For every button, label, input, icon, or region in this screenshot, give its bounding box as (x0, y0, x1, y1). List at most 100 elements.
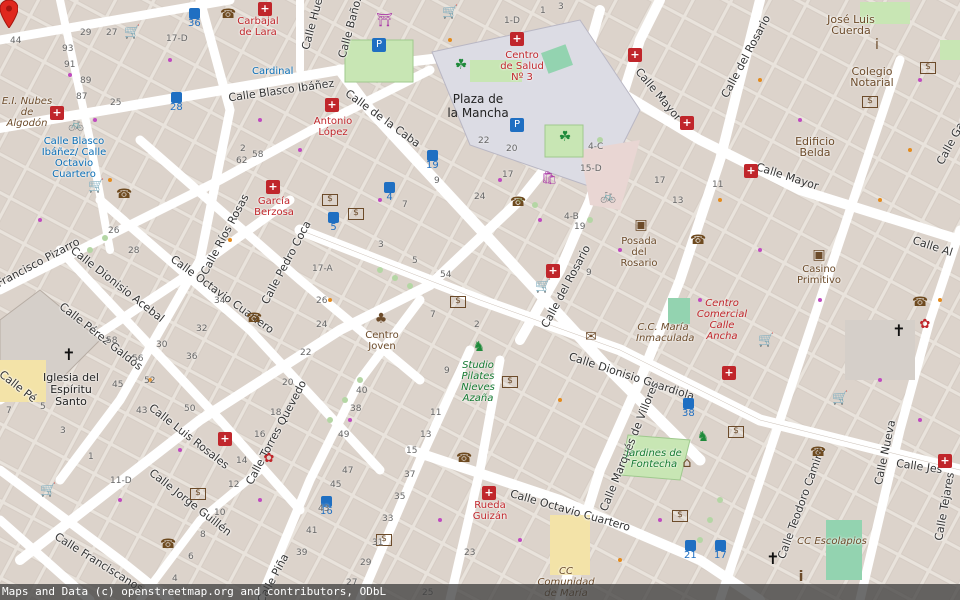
bank-icon[interactable]: $ (450, 296, 466, 308)
hospital-icon[interactable]: + (510, 32, 524, 46)
house-number: 54 (440, 270, 452, 280)
hospital-icon[interactable]: + (680, 116, 694, 130)
post-icon[interactable]: ✉ (584, 330, 598, 344)
shop-icon[interactable]: 🛒 (88, 180, 104, 194)
museum-icon[interactable]: ▣ (812, 248, 826, 262)
hospital-icon[interactable]: + (218, 432, 232, 446)
house-number: 6 (188, 552, 194, 562)
house-number: 26 (108, 226, 120, 236)
phone-icon[interactable]: ☎ (510, 196, 526, 210)
parking-icon[interactable]: P (372, 38, 386, 52)
hospital-icon[interactable]: + (722, 366, 736, 380)
house-number: 37 (404, 470, 416, 480)
phone-icon[interactable]: ☎ (912, 296, 928, 310)
house-number: 2 (474, 320, 480, 330)
info-icon[interactable]: i (794, 570, 808, 584)
phone-icon[interactable]: ☎ (116, 188, 132, 202)
museum-icon[interactable]: ▣ (634, 218, 648, 232)
ei-nubes-label: E.I. Nubes de Algodón (1, 96, 53, 129)
house-number: 43 (318, 504, 330, 514)
house-number: 8 (200, 530, 206, 540)
pharmacy-icon[interactable]: ✿ (918, 318, 932, 332)
house-number: 2 (240, 144, 246, 154)
museum-icon[interactable]: ⌂ (680, 456, 694, 470)
house-number: 33 (382, 514, 394, 524)
hospital-icon[interactable]: + (482, 486, 496, 500)
hospital-icon[interactable]: + (266, 180, 280, 194)
shop-icon[interactable]: 🛒 (124, 26, 140, 40)
shop-icon[interactable]: 🛍 (541, 172, 558, 186)
casino-primitivo-label: Casino Primitivo (797, 264, 841, 286)
bus-stop-icon[interactable]: 36 (188, 8, 201, 29)
jose-luis-cuerda-label: José Luis Cuerda (827, 13, 875, 37)
bicycle-icon[interactable]: 🚲 (600, 190, 616, 204)
house-number: 13 (672, 196, 684, 206)
theatre-icon[interactable]: ⛩ (376, 14, 393, 28)
garcia-berzosa-label: García Berzosa (254, 196, 294, 218)
phone-icon[interactable]: ☎ (456, 452, 472, 466)
hospital-icon[interactable]: + (546, 264, 560, 278)
church-icon[interactable]: ✝ (892, 323, 906, 339)
parking-icon[interactable]: P (510, 118, 524, 132)
bus-stop-icon[interactable]: 17 (714, 540, 727, 561)
shop-icon[interactable]: 🛒 (40, 484, 56, 498)
hospital-icon[interactable]: + (325, 98, 339, 112)
hospital-icon[interactable]: + (50, 106, 64, 120)
sport-icon[interactable]: ♞ (696, 430, 710, 444)
colegio-notarial-label: Colegio Notarial (850, 65, 894, 89)
sport-icon[interactable]: ♞ (472, 340, 486, 354)
cc-maria-inmaculada-label: C.C. María Inmaculada (636, 322, 695, 344)
map-attribution[interactable]: Maps and Data (c) openstreetmap.org and … (0, 584, 960, 600)
house-number: 45 (112, 380, 124, 390)
phone-icon[interactable]: ☎ (690, 234, 706, 248)
bus-stop-icon[interactable]: 21 (684, 540, 697, 561)
house-number: 45 (330, 480, 342, 490)
bank-icon[interactable]: $ (502, 376, 518, 388)
bicycle-icon[interactable]: 🚲 (68, 118, 84, 132)
shop-icon[interactable]: 🛒 (535, 280, 551, 294)
pharmacy-icon[interactable]: ✿ (262, 452, 276, 466)
info-icon[interactable]: i (870, 38, 884, 52)
theatre-icon[interactable]: ♣ (374, 312, 388, 326)
phone-icon[interactable]: ☎ (220, 8, 236, 22)
bus-stop-icon[interactable]: 28 (170, 92, 183, 113)
bus-stop-icon[interactable]: 19 (426, 150, 439, 171)
bank-icon[interactable]: $ (190, 488, 206, 500)
house-number: 26 (316, 296, 328, 306)
house-number: 89 (80, 76, 92, 86)
bank-icon[interactable]: $ (322, 194, 338, 206)
bank-icon[interactable]: $ (920, 62, 936, 74)
playground-icon[interactable]: ☘ (454, 58, 468, 72)
bank-icon[interactable]: $ (728, 426, 744, 438)
phone-icon[interactable]: ☎ (810, 446, 826, 460)
hospital-icon[interactable]: + (628, 48, 642, 62)
iglesia-label: Iglesia del Espíritu Santo (43, 371, 99, 408)
bank-icon[interactable]: $ (348, 208, 364, 220)
phone-icon[interactable]: ☎ (246, 312, 262, 326)
church-icon[interactable]: ✝ (766, 551, 780, 567)
hospital-icon[interactable]: + (938, 454, 952, 468)
phone-icon[interactable]: ☎ (160, 538, 176, 552)
playground-icon[interactable]: ☘ (558, 130, 572, 144)
shop-icon[interactable]: 🛒 (832, 392, 848, 406)
marker-pin-icon[interactable] (0, 0, 18, 28)
map-canvas[interactable]: Calle Blasco Ibáñez Calle de la Caba Cal… (0, 0, 960, 600)
bank-icon[interactable]: $ (862, 96, 878, 108)
bus-stop-icon[interactable]: 5 (328, 212, 339, 233)
house-number: 18 (270, 408, 282, 418)
church-icon[interactable]: ✝ (62, 347, 76, 363)
shop-icon[interactable]: 🛒 (442, 6, 458, 20)
house-number: 11 (430, 408, 442, 418)
hospital-icon[interactable]: + (744, 164, 758, 178)
house-number: 3 (558, 2, 564, 12)
hospital-icon[interactable]: + (258, 2, 272, 16)
house-number: 11-D (110, 476, 132, 486)
shop-icon[interactable]: 🛒 (758, 334, 774, 348)
bus-stop-icon[interactable]: 4 (384, 182, 395, 203)
bank-icon[interactable]: $ (672, 510, 688, 522)
house-number: 24 (474, 192, 486, 202)
house-number: 47 (342, 466, 354, 476)
bus-stop-icon[interactable]: 38 (682, 398, 695, 419)
house-number: 39 (296, 548, 308, 558)
house-number: 27 (106, 28, 118, 38)
